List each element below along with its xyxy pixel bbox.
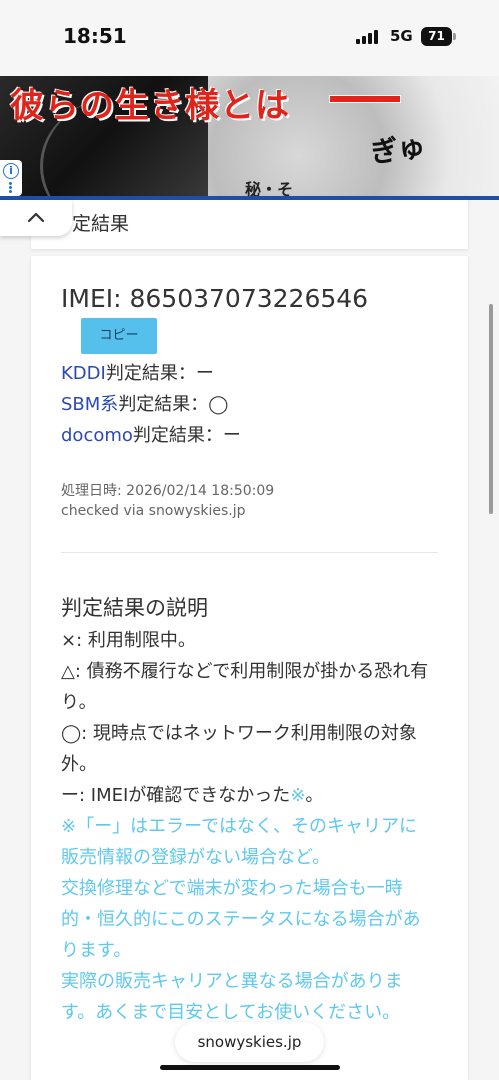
note-line: 交換修理などで端末が変わった場合も一時的・恒久的にこのステータスになる場合があり…: [61, 878, 421, 961]
explanation-list: ×: 利用制限中。 △: 債務不履行などで利用制限が掛かる恐れ有り。 ◯: 現時…: [61, 625, 431, 811]
checked-via-text: checked via snowyskies.jp: [61, 503, 246, 519]
notes-list: ※「ー」はエラーではなく、そのキャリアに販売情報の登録がない場合など。 交換修理…: [61, 811, 431, 1028]
home-indicator[interactable]: [160, 1065, 340, 1070]
carrier-name[interactable]: KDDI: [61, 363, 106, 384]
battery-tip: [453, 33, 456, 40]
explanation-title: 判定結果の説明: [61, 596, 208, 620]
explanation-line-unknown: ー: IMEIが確認できなかった※。: [61, 780, 431, 811]
cellular-signal-icon: [356, 30, 382, 44]
explanation-line: ×: 利用制限中。: [61, 630, 196, 651]
divider: [61, 552, 438, 553]
unknown-text: ー: IMEIが確認できなかった: [61, 785, 291, 806]
battery-icon: 71: [421, 27, 452, 46]
explanation-line: ◯: 現時点ではネットワーク利用制限の対象外。: [61, 723, 417, 775]
carrier-result-sbm: SBM系判定結果：◯: [61, 390, 228, 416]
ad-sound-effect: ぎゅ: [368, 129, 428, 170]
carrier-status: 判定結果：ー: [132, 425, 241, 446]
ad-banner[interactable]: 彼らの生き様とは ぎゅ 秘・そ i: [0, 76, 499, 200]
imei-value: IMEI: 865037073226546: [61, 284, 369, 313]
address-bar[interactable]: snowyskies.jp: [175, 1022, 324, 1062]
carrier-result-kddi: KDDI判定結果：ー: [61, 359, 214, 385]
status-bar: 18:51 5G 71: [0, 0, 499, 76]
chevron-up-icon: [27, 212, 45, 223]
more-dots-icon: [9, 182, 13, 194]
carrier-status: 判定結果：ー: [105, 363, 214, 384]
collapse-ad-button[interactable]: [0, 200, 72, 236]
info-icon: i: [3, 163, 19, 179]
ad-dash-stroke: [330, 96, 400, 102]
network-type: 5G: [390, 27, 413, 45]
note-mark: ※: [290, 785, 306, 806]
processed-timestamp: 処理日時: 2026/02/14 18:50:09: [61, 483, 275, 499]
unknown-suffix: 。: [305, 785, 324, 806]
note-line: 実際の販売キャリアと異なる場合があります。あくまで目安としてお使いください。: [61, 971, 403, 1023]
ad-headline: 彼らの生き様とは: [10, 86, 290, 126]
explanation-line: △: 債務不履行などで利用制限が掛かる恐れ有り。: [61, 661, 429, 713]
carrier-result-docomo: docomo判定結果：ー: [61, 421, 241, 447]
section-title: 定結果: [72, 213, 130, 235]
scrollbar[interactable]: [489, 304, 493, 514]
copy-button[interactable]: コピー: [81, 318, 157, 354]
result-card: IMEI: 865037073226546 コピー KDDI判定結果：ー SBM…: [31, 256, 468, 1080]
carrier-name[interactable]: docomo: [61, 425, 133, 446]
note-line: ※「ー」はエラーではなく、そのキャリアに販売情報の登録がない場合など。: [61, 816, 417, 868]
carrier-status: 判定結果：◯: [118, 394, 229, 415]
ad-border: [0, 196, 499, 200]
ad-info-icon[interactable]: i: [0, 160, 22, 196]
carrier-name[interactable]: SBM系: [61, 394, 118, 415]
clock: 18:51: [63, 24, 127, 48]
result-heading-card: 定結果: [31, 196, 468, 249]
